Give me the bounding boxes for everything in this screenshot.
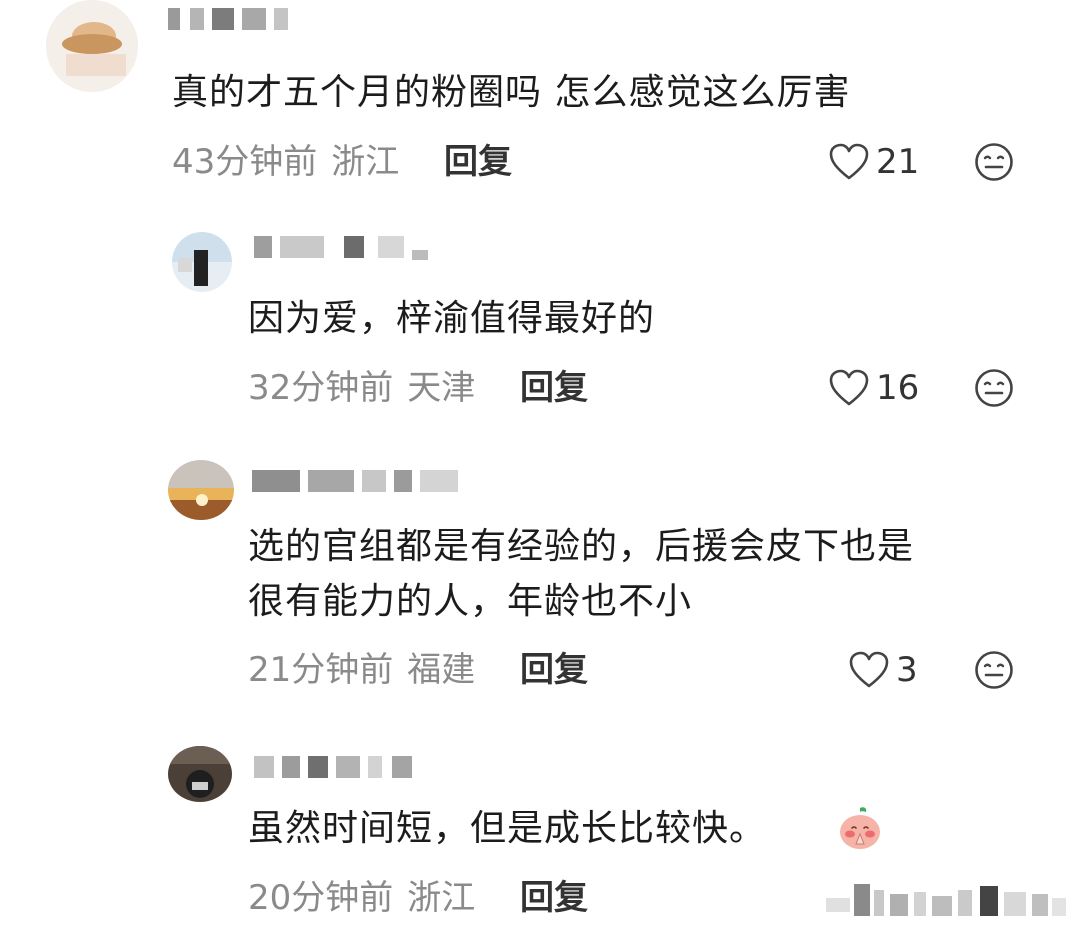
avatar[interactable] [168, 746, 232, 802]
comment-time: 20分钟前 [248, 878, 394, 918]
redacted-watermark [826, 884, 1066, 916]
comment-text: 虽然时间短，但是成长比较快。 [248, 808, 767, 849]
comment-item: 虽然时间短，但是成长比较快。 20分钟前 浙江 回复 [0, 0, 1080, 928]
comment-location: 浙江 [407, 878, 476, 918]
peach-pray-emoji-icon [840, 807, 880, 849]
reply-button[interactable]: 回复 [520, 878, 588, 918]
username-blurred[interactable] [252, 748, 432, 782]
comment-meta: 20分钟前 浙江 [248, 878, 475, 918]
